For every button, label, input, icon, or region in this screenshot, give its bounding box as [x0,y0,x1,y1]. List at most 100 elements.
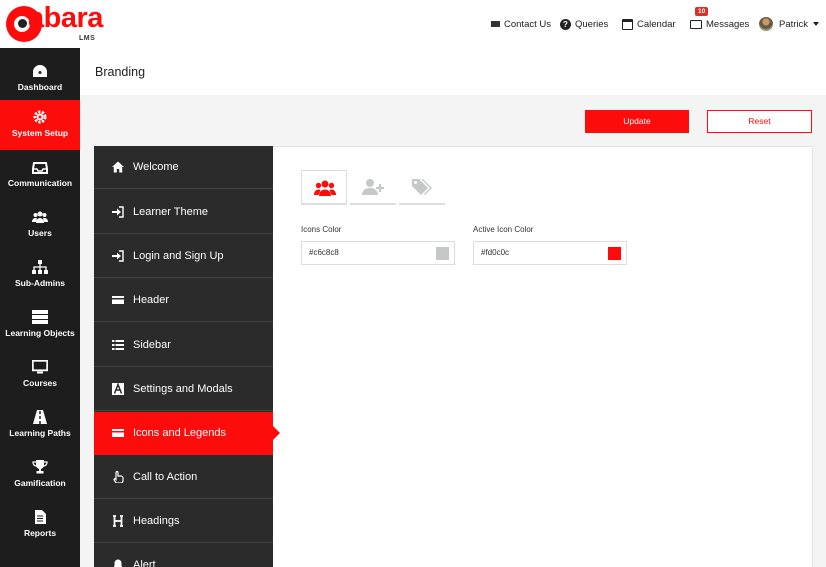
tags-icon [412,179,432,195]
user-plus-icon [362,179,384,195]
user-menu[interactable]: Patrick [759,0,820,48]
question-circle-icon: ? [560,18,571,30]
inbox-icon [32,162,48,174]
sidebar-item-system-setup[interactable]: System Setup [0,100,80,150]
page-header: Branding [80,48,826,95]
submenu-item-label: Welcome [133,161,179,173]
branding-submenu: Welcome Learner Theme Login and Sign Up … [94,146,280,567]
submenu-item-call-to-action[interactable]: Call to Action [94,456,273,499]
submenu-item-icons-legends[interactable]: Icons and Legends [94,412,280,455]
card-icon [112,296,124,304]
contact-us-label: Contact Us [504,18,551,30]
calendar-link[interactable]: Calendar [622,0,676,48]
home-icon [112,161,124,173]
gear-icon [33,110,47,124]
submenu-item-label: Header [133,294,170,306]
icons-color-swatch[interactable] [436,247,449,260]
main-sidebar: Dashboard System Setup Communication Use… [0,48,80,567]
sign-in-icon [112,206,124,218]
sidebar-item-users[interactable]: Users [0,200,80,250]
users-icon [32,211,48,223]
submenu-item-header[interactable]: Header [94,279,273,322]
submenu-item-label: Icons and Legends [133,427,226,439]
avatar [759,17,773,31]
calendar-icon [622,18,633,30]
sidebar-item-label: Communication [7,178,73,188]
sidebar-item-reports[interactable]: Reports [0,500,80,550]
submenu-item-label: Login and Sign Up [133,250,224,262]
sidebar-item-courses[interactable]: Courses [0,350,80,400]
sidebar-item-label: Users [28,228,52,238]
submenu-item-label: Alert [133,559,156,567]
reset-button[interactable]: Reset [707,110,812,133]
brand-name: abara [28,2,103,34]
queries-link[interactable]: ? Queries [560,0,608,48]
sitemap-icon [32,260,48,274]
sidebar-item-label: Sub-Admins [14,278,66,288]
sidebar-item-label: Courses [22,378,57,388]
card-icon [112,429,124,437]
bell-icon [113,559,123,567]
sign-in-icon [112,250,124,262]
icons-color-input[interactable]: #c6c8c8 [301,241,455,265]
submenu-item-alert[interactable]: Alert [94,544,273,567]
sidebar-item-label: System Setup [11,128,69,138]
icons-color-label: Icons Color [301,225,342,234]
sidebar-item-gamification[interactable]: Gamification [0,450,80,500]
top-bar: abara LMS Contact Us ? Queries Calendar … [0,0,826,48]
calendar-label: Calendar [637,18,676,30]
sidebar-item-label: Learning Paths [9,428,71,438]
inbox-icon: 10 [690,6,709,29]
submenu-item-login-signup[interactable]: Login and Sign Up [94,235,273,278]
active-icon-color-input[interactable]: #fd0c0c [473,241,627,265]
messages-link[interactable]: 10 Messages [690,0,749,48]
submenu-item-welcome[interactable]: Welcome [94,146,273,189]
users-icon [314,180,336,196]
update-button[interactable]: Update [585,110,689,133]
sidebar-item-learning-paths[interactable]: Learning Paths [0,400,80,450]
tab-tags[interactable] [399,170,445,205]
server-icon [32,310,48,324]
road-icon [33,410,47,424]
submenu-item-label: Settings and Modals [133,383,233,395]
messages-badge: 10 [695,6,709,16]
submenu-item-settings-modals[interactable]: Settings and Modals [94,368,273,411]
sidebar-item-label: Dashboard [17,82,63,92]
dashboard-icon [33,65,47,77]
font-icon [112,383,124,395]
submenu-item-learner-theme[interactable]: Learner Theme [94,191,273,234]
brand-sub: LMS [79,35,96,42]
active-icon-color-value: #fd0c0c [481,248,510,257]
active-icon-color-label: Active Icon Color [473,225,534,234]
file-icon [35,510,46,524]
queries-label: Queries [575,18,609,30]
sidebar-item-learning-objects[interactable]: Learning Objects [0,300,80,350]
submenu-item-label: Learner Theme [133,206,209,218]
submenu-item-label: Call to Action [133,471,198,483]
contact-us-link[interactable]: Contact Us [491,0,551,48]
submenu-item-label: Sidebar [133,339,171,351]
messages-label: Messages [706,18,750,30]
sidebar-item-label: Reports [23,528,57,538]
trophy-icon [32,460,48,474]
submenu-item-label: Headings [133,515,180,527]
hand-pointer-icon [113,471,124,483]
tab-user-plus[interactable] [350,170,396,205]
user-name: Patrick [779,18,809,30]
active-icon-color-swatch[interactable] [608,247,621,260]
envelope-icon [491,21,500,27]
submenu-item-headings[interactable]: Headings [94,500,273,543]
sidebar-item-sub-admins[interactable]: Sub-Admins [0,250,80,300]
header-icon [113,515,123,527]
list-icon [112,340,124,350]
sidebar-item-communication[interactable]: Communication [0,150,80,200]
monitor-icon [32,360,48,374]
caret-down-icon [813,22,820,26]
brand-logo[interactable]: abara LMS [6,2,106,46]
sidebar-item-dashboard[interactable]: Dashboard [0,54,80,104]
page-title: Branding [95,65,146,79]
submenu-item-sidebar[interactable]: Sidebar [94,324,273,367]
sidebar-item-label: Learning Objects [5,328,75,338]
tab-users[interactable] [301,170,347,205]
icons-color-value: #c6c8c8 [309,248,339,257]
